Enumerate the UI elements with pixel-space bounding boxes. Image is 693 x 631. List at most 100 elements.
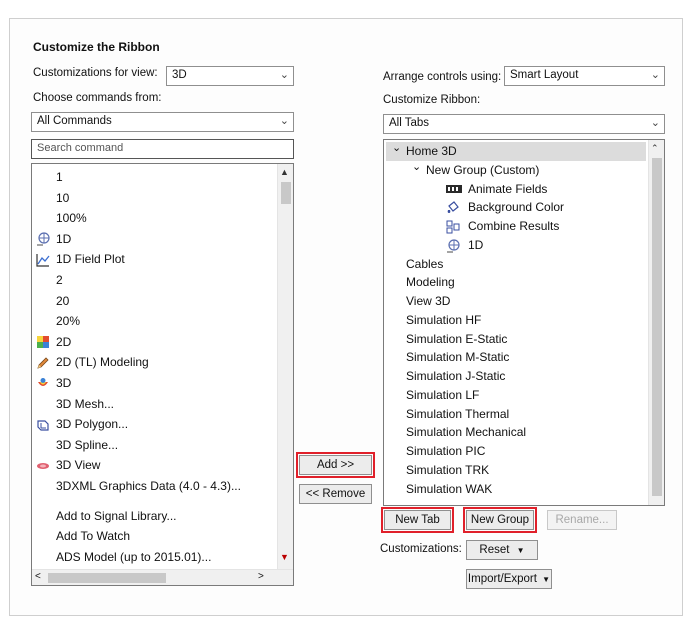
- command-list-item[interactable]: 3D Polygon...: [32, 414, 276, 434]
- command-label: Add to Signal Library...: [56, 508, 177, 523]
- chevron-down-icon: ⌄: [650, 117, 660, 129]
- ribbon-tree-item[interactable]: ⌄ Home 3D: [386, 142, 646, 161]
- command-list-item[interactable]: 3D View: [32, 455, 276, 475]
- ribbon-tree-label: 1D: [468, 237, 484, 252]
- paint-icon: [446, 201, 460, 215]
- customize-ribbon-label: Customize Ribbon:: [383, 94, 481, 106]
- ribbon-tree-label: Simulation HF: [406, 312, 482, 327]
- command-list-item[interactable]: 3DXML Graphics Data (4.0 - 4.3)...: [32, 476, 276, 496]
- command-label: 2D (TL) Modeling: [56, 355, 149, 370]
- scroll-left-icon[interactable]: <: [35, 571, 41, 582]
- command-list-item[interactable]: 3D Spline...: [32, 435, 276, 455]
- command-list-item[interactable]: 2D: [32, 332, 276, 352]
- command-label: 3D Mesh...: [56, 396, 115, 411]
- command-list-item[interactable]: 1: [32, 167, 276, 187]
- command-list-item[interactable]: 10: [32, 188, 276, 208]
- new-group-highlight: [463, 507, 537, 533]
- ribbon-tree-scrollbar[interactable]: ⌃: [648, 140, 664, 505]
- remove-button[interactable]: << Remove: [299, 484, 372, 504]
- new-tab-highlight: [381, 507, 454, 533]
- horizontal-scroll-thumb[interactable]: [48, 573, 166, 583]
- command-list-item[interactable]: Add To Watch: [32, 526, 276, 546]
- ribbon-tree-item[interactable]: Simulation PIC: [386, 442, 646, 461]
- ribbon-tree-item[interactable]: Simulation Thermal: [386, 405, 646, 424]
- ribbon-tree-item[interactable]: Simulation LF: [386, 386, 646, 405]
- ribbon-tree-scroll-thumb[interactable]: [652, 158, 662, 496]
- import-export-button[interactable]: Import/Export ▼: [466, 569, 552, 589]
- command-list-item[interactable]: 100%: [32, 208, 276, 228]
- ribbon-tree-label: Simulation Mechanical: [406, 425, 527, 440]
- commands-list[interactable]: 1 10 100% 1D 1D Field Plot 2 20 20% 2D 2D (TL) Mo…: [31, 163, 294, 586]
- ribbon-tree-item[interactable]: Cables: [386, 255, 646, 274]
- ribbon-tree-item[interactable]: Simulation J-Static: [386, 367, 646, 386]
- ribbon-tree-label: Simulation LF: [406, 387, 480, 402]
- globe-plot-icon: [446, 239, 460, 253]
- animate-fields-icon: [446, 183, 462, 195]
- ribbon-tree-item[interactable]: Simulation E-Static: [386, 330, 646, 349]
- commands-horizontal-scrollbar[interactable]: < >: [32, 569, 293, 585]
- scroll-up-icon[interactable]: ▲: [280, 167, 289, 177]
- choose-commands-label: Choose commands from:: [33, 92, 162, 104]
- ribbon-tree-item[interactable]: Animate Fields: [386, 180, 646, 199]
- globe-plot-icon: [35, 232, 50, 247]
- ribbon-tree-item[interactable]: Combine Results: [386, 217, 646, 236]
- ribbon-tree-item[interactable]: 1D: [386, 236, 646, 255]
- command-list-item[interactable]: 2D (TL) Modeling: [32, 352, 276, 372]
- chevron-down-icon: ⌄: [279, 69, 289, 81]
- ribbon-tree-item[interactable]: Simulation Mechanical: [386, 423, 646, 442]
- ribbon-tree-item[interactable]: Simulation HF: [386, 311, 646, 330]
- command-label: 2: [56, 273, 63, 287]
- ribbon-tree-label: Simulation J-Static: [406, 369, 506, 383]
- scroll-down-icon[interactable]: ▼: [280, 552, 289, 562]
- ribbon-tree-item[interactable]: ⌄ New Group (Custom): [386, 161, 646, 180]
- command-list-item[interactable]: 1D Field Plot: [32, 249, 276, 269]
- ribbon-tree-label: Combine Results: [468, 219, 560, 233]
- command-label: 1D: [56, 231, 72, 246]
- ribbon-tree-item[interactable]: Simulation M-Static: [386, 348, 646, 367]
- search-placeholder: Search command: [37, 142, 124, 154]
- command-list-item[interactable]: ADS Model (up to 2015.01)...: [32, 547, 276, 567]
- customizations-for-label: Customizations for view:: [33, 67, 158, 79]
- arrange-controls-label: Arrange controls using:: [383, 71, 502, 83]
- command-list-item[interactable]: 3D Mesh...: [32, 394, 276, 414]
- command-list-item[interactable]: 20: [32, 291, 276, 311]
- command-list-item[interactable]: 1D: [32, 229, 276, 249]
- scroll-thumb[interactable]: [281, 182, 291, 204]
- customizations-for-dropdown[interactable]: 3D ⌄: [166, 66, 294, 86]
- scroll-up-icon[interactable]: ⌃: [651, 143, 659, 154]
- expand-chevron-icon[interactable]: ⌄: [392, 140, 401, 158]
- command-label: 2D: [56, 334, 72, 349]
- combine-icon: [446, 220, 460, 234]
- ribbon-tree-item[interactable]: View 3D: [386, 292, 646, 311]
- ribbon-tree-item[interactable]: Simulation TRK: [386, 461, 646, 480]
- command-label: Add To Watch: [56, 529, 131, 544]
- command-list-item[interactable]: 3D: [32, 373, 276, 393]
- reset-button[interactable]: Reset ▼: [466, 540, 538, 560]
- customize-ribbon-dropdown[interactable]: All Tabs ⌄: [383, 114, 665, 134]
- ribbon-tree-label: Simulation TRK: [406, 462, 490, 477]
- command-list-item[interactable]: 20%: [32, 311, 276, 331]
- command-label: 3DXML Graphics Data (4.0 - 4.3)...: [56, 479, 241, 493]
- ribbon-tree-item[interactable]: Simulation WAK: [386, 480, 646, 499]
- commands-vertical-scrollbar[interactable]: ▲ ▼: [277, 164, 293, 569]
- command-label: 3D Polygon...: [56, 417, 129, 432]
- ribbon-tree-label: Simulation Thermal: [406, 406, 510, 421]
- scroll-right-icon[interactable]: >: [258, 571, 264, 582]
- ribbon-tree-label: Simulation PIC: [406, 444, 486, 458]
- ribbon-tree[interactable]: ⌄ Home 3D ⌄ New Group (Custom) Animate Field…: [383, 139, 665, 506]
- ribbon-tree-item[interactable]: Background Color: [386, 198, 646, 217]
- command-list-item[interactable]: 2: [32, 270, 276, 290]
- ribbon-tree-item[interactable]: Modeling: [386, 273, 646, 292]
- shape-3d-icon: [35, 376, 50, 391]
- command-list-item[interactable]: Add to Signal Library...: [32, 506, 276, 526]
- expand-chevron-icon[interactable]: ⌄: [412, 158, 421, 177]
- command-label: 20: [56, 293, 70, 308]
- import-export-label: Import/Export: [467, 573, 537, 585]
- choose-commands-dropdown[interactable]: All Commands ⌄: [31, 112, 294, 132]
- rename-button[interactable]: Rename...: [547, 510, 617, 530]
- command-label: 3D View: [56, 458, 101, 473]
- ribbon-tree-label: Simulation WAK: [406, 481, 493, 496]
- search-command-input[interactable]: Search command: [31, 139, 294, 159]
- ribbon-tree-label: Cables: [406, 256, 444, 271]
- arrange-controls-dropdown[interactable]: Smart Layout ⌄: [504, 66, 665, 86]
